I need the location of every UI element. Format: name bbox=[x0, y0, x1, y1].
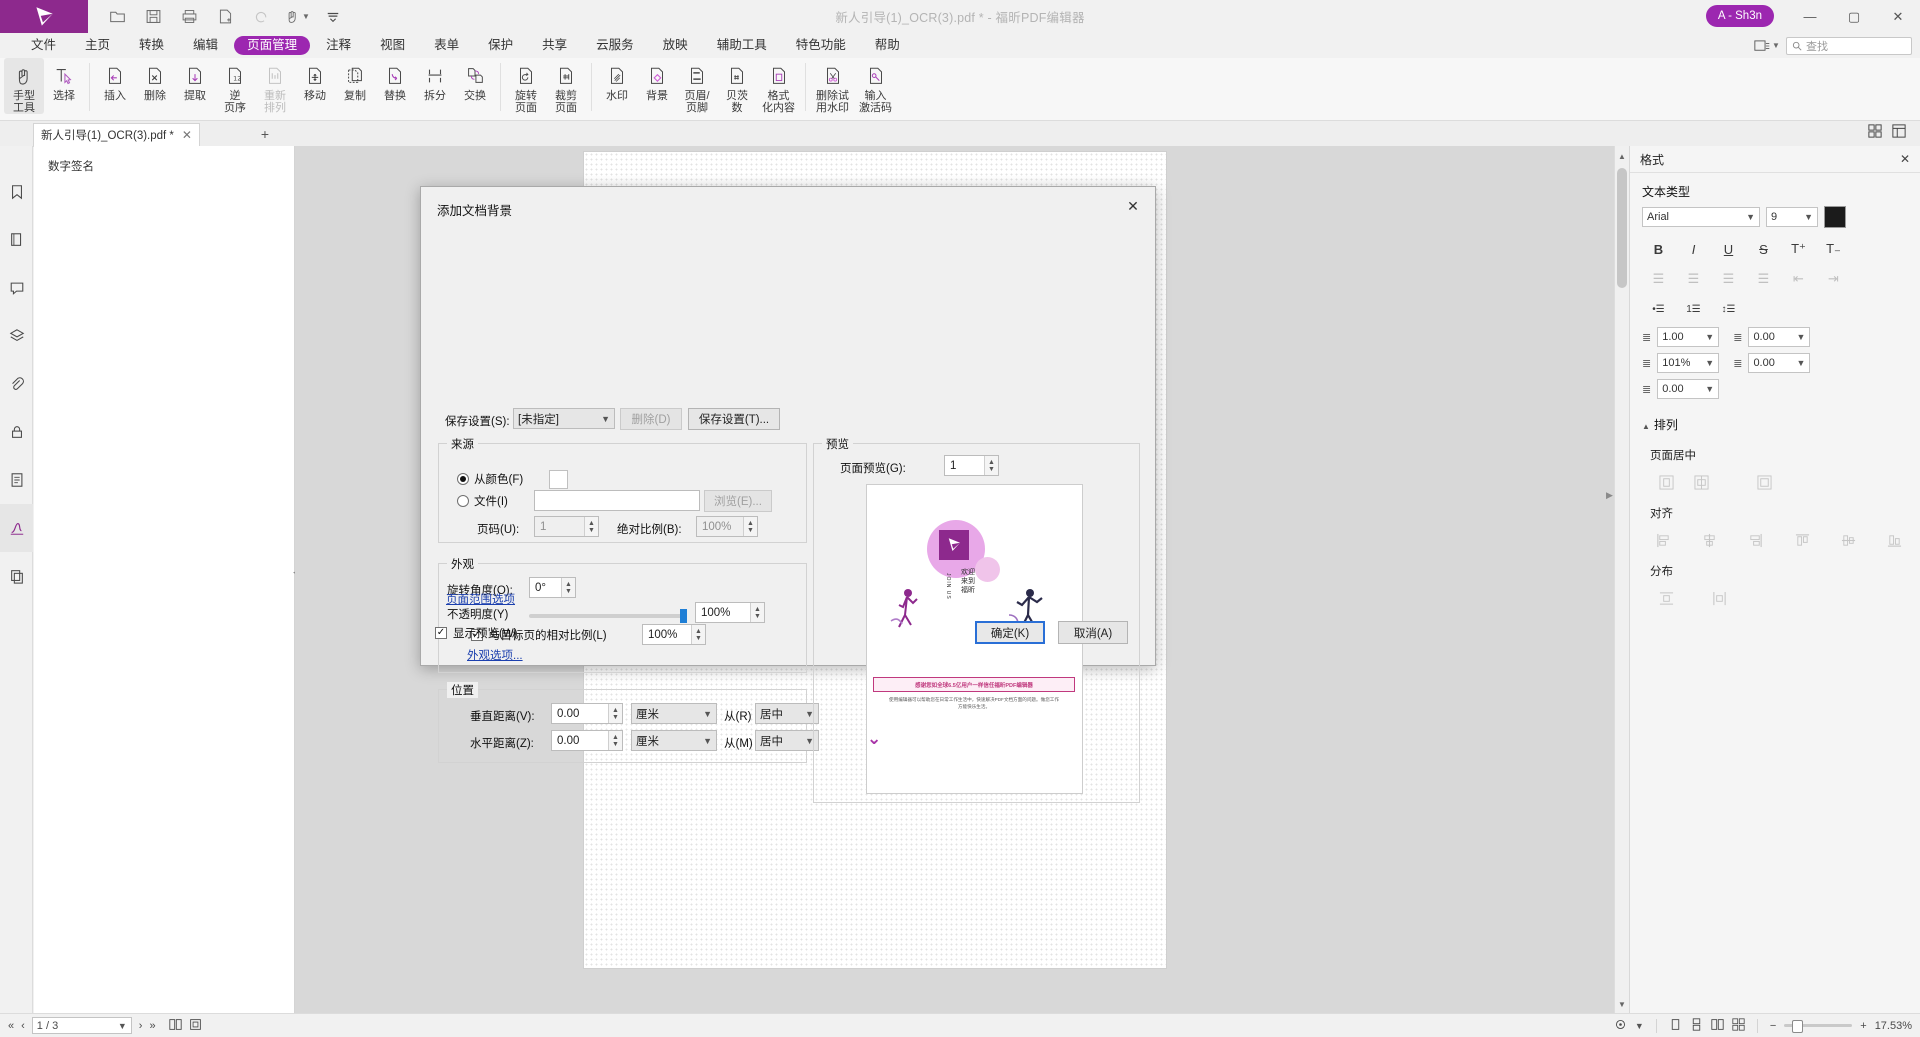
preview-decor-circle-small bbox=[975, 557, 1000, 582]
spinner-arrows-icon[interactable]: ▲▼ bbox=[691, 625, 705, 644]
save-settings-value: [未指定] bbox=[518, 411, 559, 427]
preview-banner: 感谢您如全球6.5亿用户一样信任福昕PDF编辑器 bbox=[873, 677, 1075, 692]
modal-overlay: 添加文档背景 ✕ 保存设置(S): [未指定] ▼ 删除(D) 保存设置(T).… bbox=[0, 0, 1920, 1037]
radio-dot-icon bbox=[457, 473, 469, 485]
source-legend: 来源 bbox=[447, 436, 478, 452]
appearance-legend: 外观 bbox=[447, 556, 478, 572]
checkbox-icon: ✓ bbox=[435, 627, 447, 639]
rotation-value: 0° bbox=[535, 582, 546, 594]
vertical-distance-value: 0.00 bbox=[557, 708, 579, 720]
horizontal-distance-input[interactable]: 0.00 ▲▼ bbox=[551, 730, 623, 751]
page-preview-label: 页面预览(G): bbox=[840, 460, 906, 476]
background-color-swatch[interactable] bbox=[549, 470, 568, 489]
vertical-from-label: 从(R) bbox=[724, 708, 751, 724]
spinner-arrows-icon[interactable]: ▲▼ bbox=[608, 704, 622, 723]
page-number-label: 页码(U): bbox=[477, 521, 519, 537]
source-from-color-radio[interactable]: 从颜色(F) bbox=[457, 471, 523, 487]
horizontal-from-select[interactable]: 居中 ▼ bbox=[755, 730, 819, 751]
delete-settings-button: 删除(D) bbox=[620, 408, 682, 430]
horizontal-distance-value: 0.00 bbox=[557, 735, 579, 747]
spinner-arrows-icon[interactable]: ▲▼ bbox=[608, 731, 622, 750]
show-preview-checkbox[interactable]: ✓ 显示预览(W) bbox=[435, 625, 518, 641]
horizontal-unit-select[interactable]: 厘米 ▼ bbox=[631, 730, 717, 751]
save-settings-button[interactable]: 保存设置(T)... bbox=[688, 408, 780, 430]
spinner-arrows-icon[interactable]: ▲▼ bbox=[984, 456, 998, 475]
save-settings-select[interactable]: [未指定] ▼ bbox=[513, 408, 615, 429]
spinner-arrows-icon[interactable]: ▲▼ bbox=[561, 578, 575, 597]
from-file-label: 文件(I) bbox=[474, 493, 508, 509]
preview-person-left bbox=[887, 585, 929, 637]
save-settings-label: 保存设置(S): bbox=[445, 413, 510, 429]
page-preview-input[interactable]: 1 ▲▼ bbox=[944, 455, 999, 476]
opacity-input[interactable]: 100% ▲▼ bbox=[695, 602, 765, 623]
ok-button[interactable]: 确定(K) bbox=[975, 621, 1045, 644]
source-file-input[interactable] bbox=[534, 490, 700, 511]
source-page-number-input[interactable]: 1 ▲▼ bbox=[534, 516, 599, 537]
preview-vertical-text: 欢迎来到福昕 bbox=[961, 568, 975, 595]
vertical-unit-value: 厘米 bbox=[636, 706, 659, 722]
opacity-slider-track[interactable] bbox=[529, 614, 687, 618]
preview-body-text: 使用编辑器可以帮助您在日常工作生活中，快速解决PDF文档方面的问题。做您工作方能… bbox=[889, 696, 1059, 710]
absolute-scale-input[interactable]: 100% ▲▼ bbox=[696, 516, 758, 537]
source-from-file-radio[interactable]: 文件(I) bbox=[457, 493, 508, 509]
source-page-number-value: 1 bbox=[540, 521, 546, 533]
horizontal-from-label: 从(M) bbox=[724, 735, 753, 751]
preview-logo bbox=[939, 530, 969, 560]
preview-legend: 预览 bbox=[822, 436, 853, 452]
vertical-from-value: 居中 bbox=[760, 706, 783, 722]
vertical-distance-input[interactable]: 0.00 ▲▼ bbox=[551, 703, 623, 724]
horizontal-distance-label: 水平距离(Z): bbox=[470, 735, 534, 751]
vertical-from-select[interactable]: 居中 ▼ bbox=[755, 703, 819, 724]
application-window: ▼ 新人引导(1)_OCR(3).pdf * - 福昕PDF编辑器 A - Sh… bbox=[0, 0, 1920, 1037]
dialog-close-button[interactable]: ✕ bbox=[1119, 194, 1147, 218]
cancel-button[interactable]: 取消(A) bbox=[1058, 621, 1128, 644]
chevron-down-icon: ⌄ bbox=[867, 733, 881, 744]
appearance-fieldset: 外观 旋转角度(O): 0° ▲▼ 不透明度(Y) 100% ▲▼ ✓ 与目标页… bbox=[438, 563, 807, 673]
dialog-title: 添加文档背景 bbox=[437, 200, 512, 219]
absolute-scale-label: 绝对比例(B): bbox=[617, 521, 682, 537]
preview-join-text: JOIN US bbox=[945, 573, 951, 617]
vertical-distance-label: 垂直距离(V): bbox=[470, 708, 535, 724]
horizontal-from-value: 居中 bbox=[760, 733, 783, 749]
show-preview-label: 显示预览(W) bbox=[453, 625, 518, 641]
chevron-down-icon: ▼ bbox=[601, 414, 610, 424]
spinner-arrows-icon[interactable]: ▲▼ bbox=[750, 603, 764, 622]
rotation-input[interactable]: 0° ▲▼ bbox=[529, 577, 576, 598]
relative-scale-value: 100% bbox=[648, 629, 677, 641]
vertical-unit-select[interactable]: 厘米 ▼ bbox=[631, 703, 717, 724]
horizontal-unit-value: 厘米 bbox=[636, 733, 659, 749]
from-color-label: 从颜色(F) bbox=[474, 471, 523, 487]
add-background-dialog: 添加文档背景 ✕ 保存设置(S): [未指定] ▼ 删除(D) 保存设置(T).… bbox=[420, 186, 1156, 666]
opacity-slider-thumb[interactable] bbox=[680, 609, 687, 623]
opacity-label: 不透明度(Y) bbox=[447, 606, 508, 622]
position-legend: 位置 bbox=[447, 682, 478, 698]
relative-scale-input[interactable]: 100% ▲▼ bbox=[642, 624, 706, 645]
chevron-down-icon: ▼ bbox=[703, 709, 712, 719]
source-fieldset: 来源 从颜色(F) 文件(I) 浏览(E)... 页码(U): 1 ▲▼ bbox=[438, 443, 807, 543]
chevron-down-icon: ▼ bbox=[703, 736, 712, 746]
opacity-value: 100% bbox=[701, 607, 730, 619]
spinner-arrows-icon[interactable]: ▲▼ bbox=[743, 517, 757, 536]
page-range-options-link[interactable]: 页面范围选项 bbox=[446, 591, 515, 607]
radio-dot-icon bbox=[457, 495, 469, 507]
absolute-scale-value: 100% bbox=[702, 521, 731, 533]
appearance-options-link[interactable]: 外观选项... bbox=[467, 647, 523, 663]
spinner-arrows-icon[interactable]: ▲▼ bbox=[584, 517, 598, 536]
position-fieldset: 位置 垂直距离(V): 0.00 ▲▼ 厘米 ▼ 从(R) 居中 ▼ 水平距离(… bbox=[438, 689, 807, 763]
page-preview-value: 1 bbox=[950, 460, 956, 472]
browse-button: 浏览(E)... bbox=[704, 490, 772, 512]
